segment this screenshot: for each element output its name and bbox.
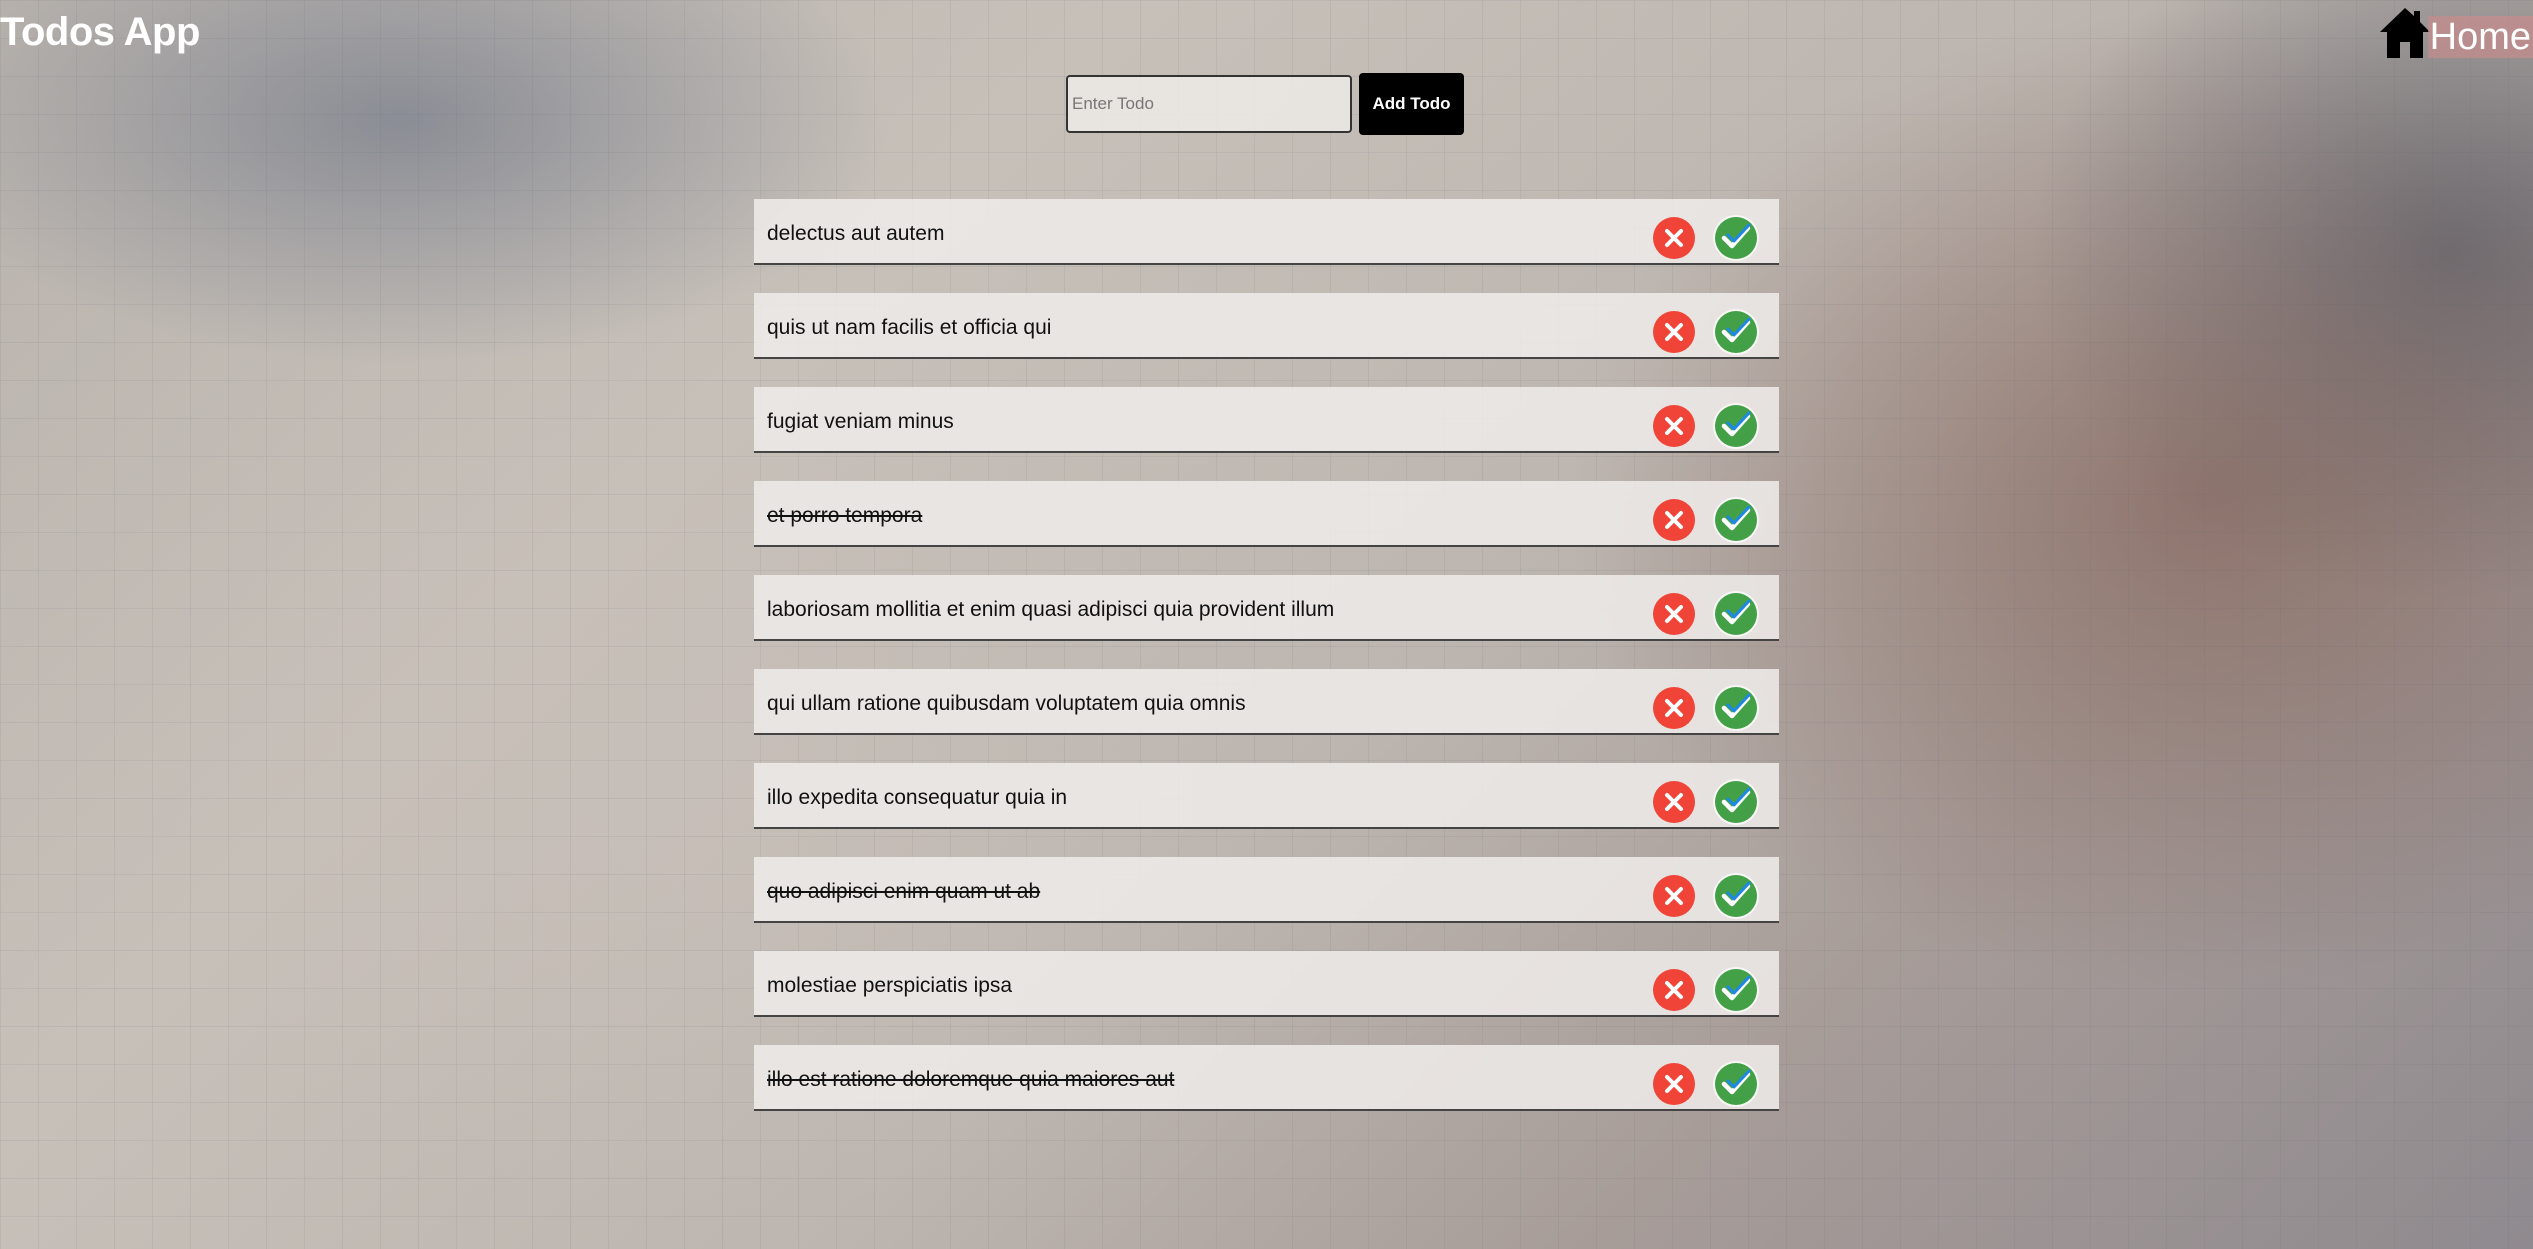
todo-item: illo est ratione doloremque quia maiores… [754,1045,1779,1111]
todo-item: laboriosam mollitia et enim quasi adipis… [754,575,1779,641]
close-icon [1665,699,1683,717]
close-icon [1665,511,1683,529]
check-double-icon [1721,787,1751,813]
delete-button[interactable] [1653,781,1695,823]
complete-button[interactable] [1715,875,1757,917]
todo-item: fugiat veniam minus [754,387,1779,453]
todo-item: quo adipisci enim quam ut ab [754,857,1779,923]
complete-button[interactable] [1715,405,1757,447]
complete-button[interactable] [1715,593,1757,635]
todo-text: illo expedita consequatur quia in [767,786,1068,809]
add-todo-form: Add Todo [1066,73,1464,135]
complete-button[interactable] [1715,781,1757,823]
delete-button[interactable] [1653,311,1695,353]
complete-button[interactable] [1715,1063,1757,1105]
close-icon [1665,981,1683,999]
delete-button[interactable] [1653,593,1695,635]
delete-button[interactable] [1653,499,1695,541]
close-icon [1665,793,1683,811]
delete-button[interactable] [1653,875,1695,917]
todo-item: delectus aut autem [754,199,1779,265]
check-double-icon [1721,223,1751,249]
home-icon [2379,8,2430,58]
check-double-icon [1721,693,1751,719]
check-double-icon [1721,505,1751,531]
complete-button[interactable] [1715,217,1757,259]
delete-button[interactable] [1653,217,1695,259]
close-icon [1665,323,1683,341]
complete-button[interactable] [1715,311,1757,353]
delete-button[interactable] [1653,1063,1695,1105]
todo-text: delectus aut autem [767,222,945,245]
todo-item: molestiae perspiciatis ipsa [754,951,1779,1017]
todo-item: illo expedita consequatur quia in [754,763,1779,829]
todo-text: et porro tempora [767,504,923,527]
todo-text: molestiae perspiciatis ipsa [767,974,1013,997]
close-icon [1665,1075,1683,1093]
delete-button[interactable] [1653,969,1695,1011]
app-title: Todos App [0,10,200,54]
todo-text: illo est ratione doloremque quia maiores… [767,1068,1175,1091]
todo-text: quo adipisci enim quam ut ab [767,880,1041,903]
home-label: Home [2427,16,2533,58]
close-icon [1665,417,1683,435]
check-double-icon [1721,975,1751,1001]
check-double-icon [1721,599,1751,625]
complete-button[interactable] [1715,499,1757,541]
complete-button[interactable] [1715,687,1757,729]
check-double-icon [1721,317,1751,343]
check-double-icon [1721,411,1751,437]
todo-text: fugiat veniam minus [767,410,954,433]
check-double-icon [1721,1069,1751,1095]
todo-input[interactable] [1066,75,1352,133]
home-link[interactable]: Home [2376,4,2533,62]
todo-item: et porro tempora [754,481,1779,547]
close-icon [1665,887,1683,905]
todo-text: laboriosam mollitia et enim quasi adipis… [767,598,1335,621]
todo-list: delectus aut autem quis ut nam facilis e… [754,199,1779,1139]
close-icon [1665,229,1683,247]
todo-text: qui ullam ratione quibusdam voluptatem q… [767,692,1246,715]
check-double-icon [1721,881,1751,907]
add-todo-button[interactable]: Add Todo [1359,73,1464,135]
complete-button[interactable] [1715,969,1757,1011]
delete-button[interactable] [1653,687,1695,729]
todo-item: quis ut nam facilis et officia qui [754,293,1779,359]
close-icon [1665,605,1683,623]
todo-text: quis ut nam facilis et officia qui [767,316,1052,339]
delete-button[interactable] [1653,405,1695,447]
todo-item: qui ullam ratione quibusdam voluptatem q… [754,669,1779,735]
